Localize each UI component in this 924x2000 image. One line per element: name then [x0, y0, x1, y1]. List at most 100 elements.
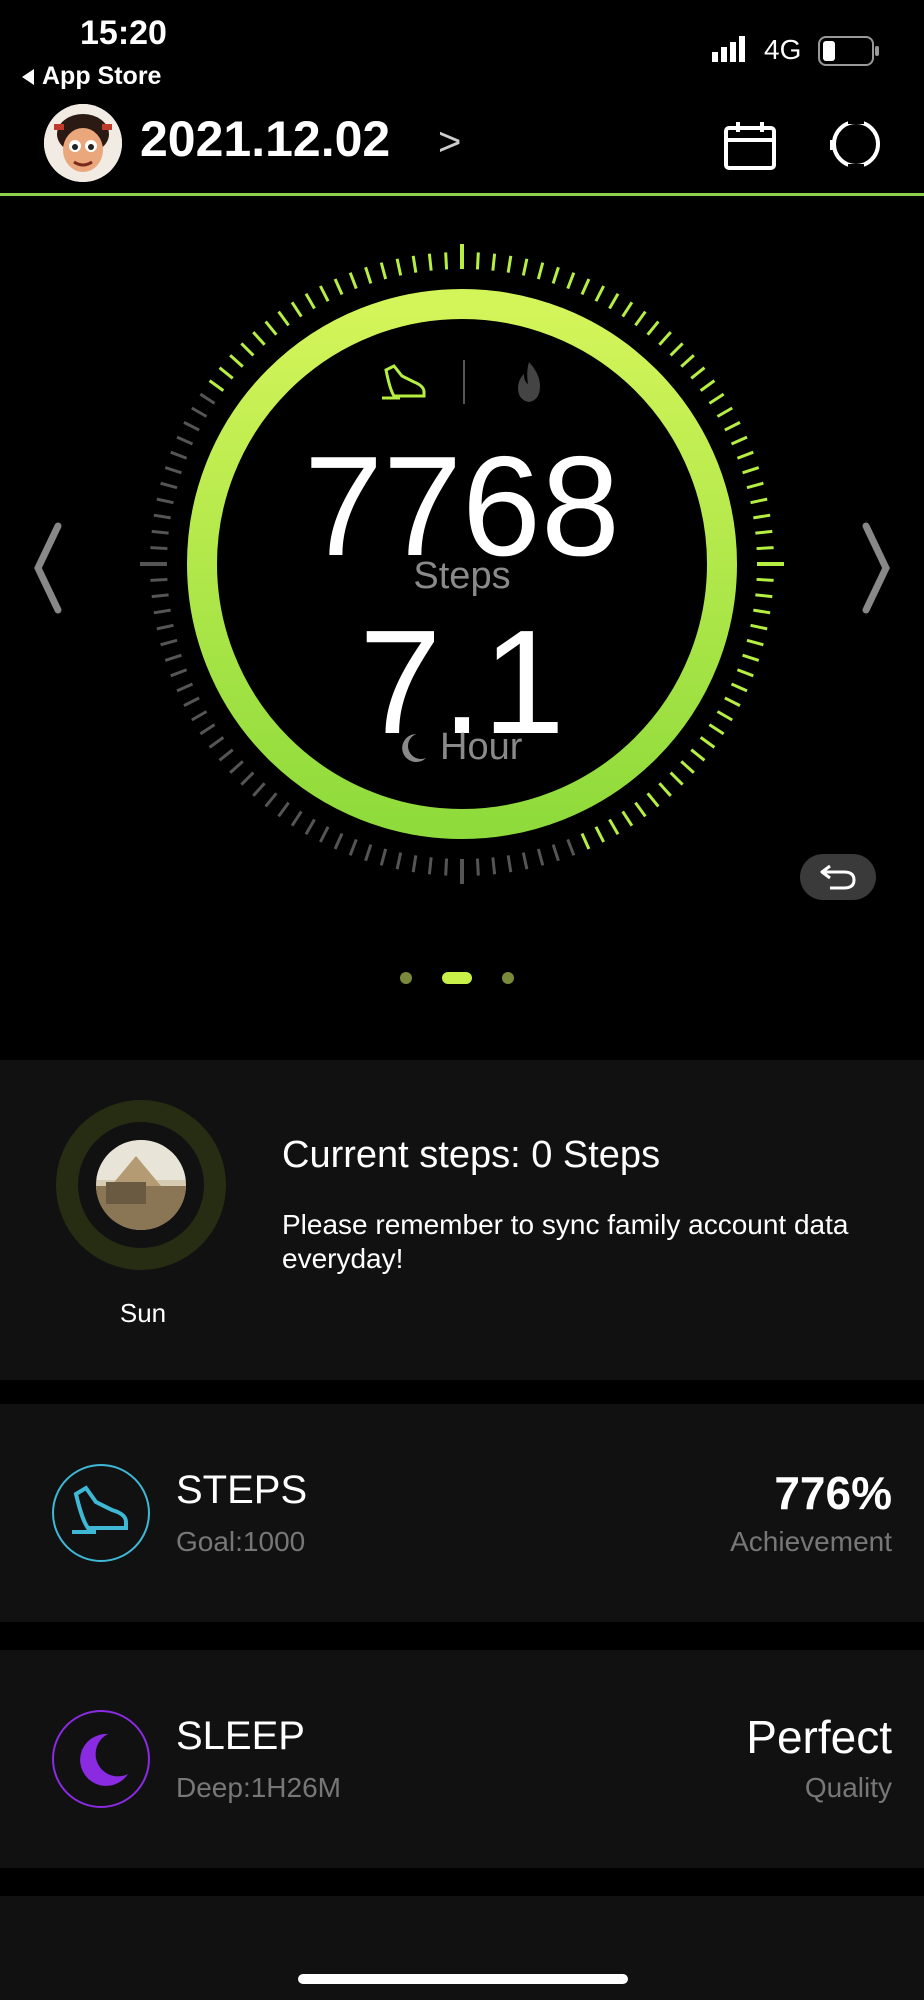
dial-tick — [475, 252, 480, 270]
dial-tick — [716, 406, 733, 418]
chevron-right-icon[interactable] — [858, 520, 894, 616]
sleep-hours-label: Hour — [396, 726, 522, 769]
dial-tick — [240, 342, 255, 357]
page-dot[interactable] — [502, 972, 514, 984]
signal-icon — [712, 36, 745, 62]
moon-stars-icon: ★ ★ — [80, 1733, 128, 1786]
date-next-arrow[interactable]: > — [438, 120, 461, 165]
dial-tick — [218, 366, 234, 380]
dial-tick — [506, 855, 513, 873]
dial-tick — [229, 354, 244, 368]
dial-tick — [594, 826, 605, 843]
status-time: 15:20 — [80, 14, 167, 52]
header-divider — [0, 193, 924, 196]
network-type: 4G — [764, 34, 802, 65]
dial-tick — [427, 253, 433, 271]
dial-tick — [551, 266, 560, 284]
watch-icon[interactable] — [830, 118, 882, 170]
hour-label-text: Hour — [440, 726, 523, 768]
dial-tick — [264, 320, 278, 336]
dial-tick — [208, 379, 225, 392]
dial-tick — [191, 406, 208, 418]
dial-tick — [290, 301, 303, 318]
dial-tick — [252, 331, 266, 346]
dial-tick — [646, 792, 660, 808]
dial-tick — [333, 278, 344, 296]
current-steps-text: Current steps: 0 Steps — [282, 1134, 661, 1176]
dial-tick — [277, 801, 290, 818]
sleep-quality-label: Quality — [804, 1772, 892, 1803]
dial-tick — [411, 255, 418, 273]
return-arrow-icon — [820, 864, 856, 890]
avatar-image — [44, 104, 122, 182]
steps-label: Steps — [413, 555, 511, 597]
page-dot[interactable] — [400, 972, 412, 984]
dial-tick — [364, 266, 373, 284]
flame-icon[interactable] — [510, 360, 548, 404]
dial-tick — [364, 844, 373, 862]
dial-tick — [566, 838, 576, 856]
dial-tick — [708, 392, 725, 405]
dial-tick — [252, 782, 266, 797]
dial-tick — [646, 320, 660, 336]
family-member-photo[interactable] — [96, 1140, 186, 1230]
dial-tick — [379, 848, 388, 866]
dial-tick — [348, 272, 358, 290]
back-arrow-icon — [22, 68, 34, 85]
dial-tick — [506, 255, 513, 273]
dial-tick — [580, 832, 591, 850]
return-button[interactable] — [800, 854, 876, 900]
dial-tick — [427, 857, 433, 875]
dial-tick — [634, 310, 647, 327]
steps-achievement-value: 776% — [774, 1467, 892, 1519]
family-member-name: Sun — [119, 1298, 167, 1328]
dial-tick — [444, 252, 449, 270]
dial-tick — [608, 293, 620, 310]
next-card[interactable] — [0, 1896, 924, 2000]
date-selector[interactable]: 2021.12.02 — [140, 110, 390, 168]
dial-tick — [411, 855, 418, 873]
dial-tick — [333, 832, 344, 850]
home-indicator[interactable] — [298, 1974, 628, 1984]
dial-tick — [608, 818, 620, 835]
dial-tick — [379, 262, 388, 280]
dial-tick — [536, 848, 545, 866]
sleep-card-title: SLEEP — [176, 1714, 305, 1758]
dial-tick — [536, 262, 545, 280]
dial-tick — [304, 293, 316, 310]
sleep-card-icon-circle: ★ ★ — [52, 1710, 150, 1808]
dial-tick — [240, 771, 255, 786]
page-dot[interactable] — [442, 972, 472, 984]
svg-text:★: ★ — [90, 1736, 99, 1747]
battery-icon — [818, 36, 879, 66]
dial-separator — [463, 360, 465, 404]
dial-tick — [444, 858, 449, 876]
user-avatar[interactable] — [44, 104, 122, 182]
dial-tick — [491, 857, 497, 875]
back-to-app-store-link[interactable]: App Store — [22, 62, 161, 91]
page-indicator — [400, 972, 514, 984]
dial-tick — [580, 278, 591, 296]
dial-tick — [658, 782, 672, 797]
dial-tick — [319, 826, 330, 843]
dial-tick — [199, 392, 216, 405]
dial-tick — [669, 771, 684, 786]
dial-tick — [304, 818, 316, 835]
shoe-icon[interactable] — [380, 362, 430, 402]
back-app-label: App Store — [42, 62, 162, 90]
chevron-left-icon[interactable] — [30, 520, 66, 616]
dial-tick — [348, 838, 358, 856]
sleep-quality-value: Perfect — [746, 1711, 892, 1763]
member-photo-image — [96, 1140, 186, 1230]
dial-tick — [594, 285, 605, 302]
sync-reminder-text: Please remember to sync family account d… — [282, 1209, 849, 1274]
moon-icon — [402, 733, 426, 762]
dial-tick — [566, 272, 576, 290]
calendar-icon[interactable] — [724, 120, 776, 170]
dial-tick — [658, 331, 672, 346]
dial-tick — [395, 852, 403, 870]
dial-tick — [551, 844, 560, 862]
steps-card-icon-circle — [52, 1464, 150, 1562]
dial-tick — [634, 801, 647, 818]
steps-card-title: STEPS — [176, 1468, 308, 1512]
